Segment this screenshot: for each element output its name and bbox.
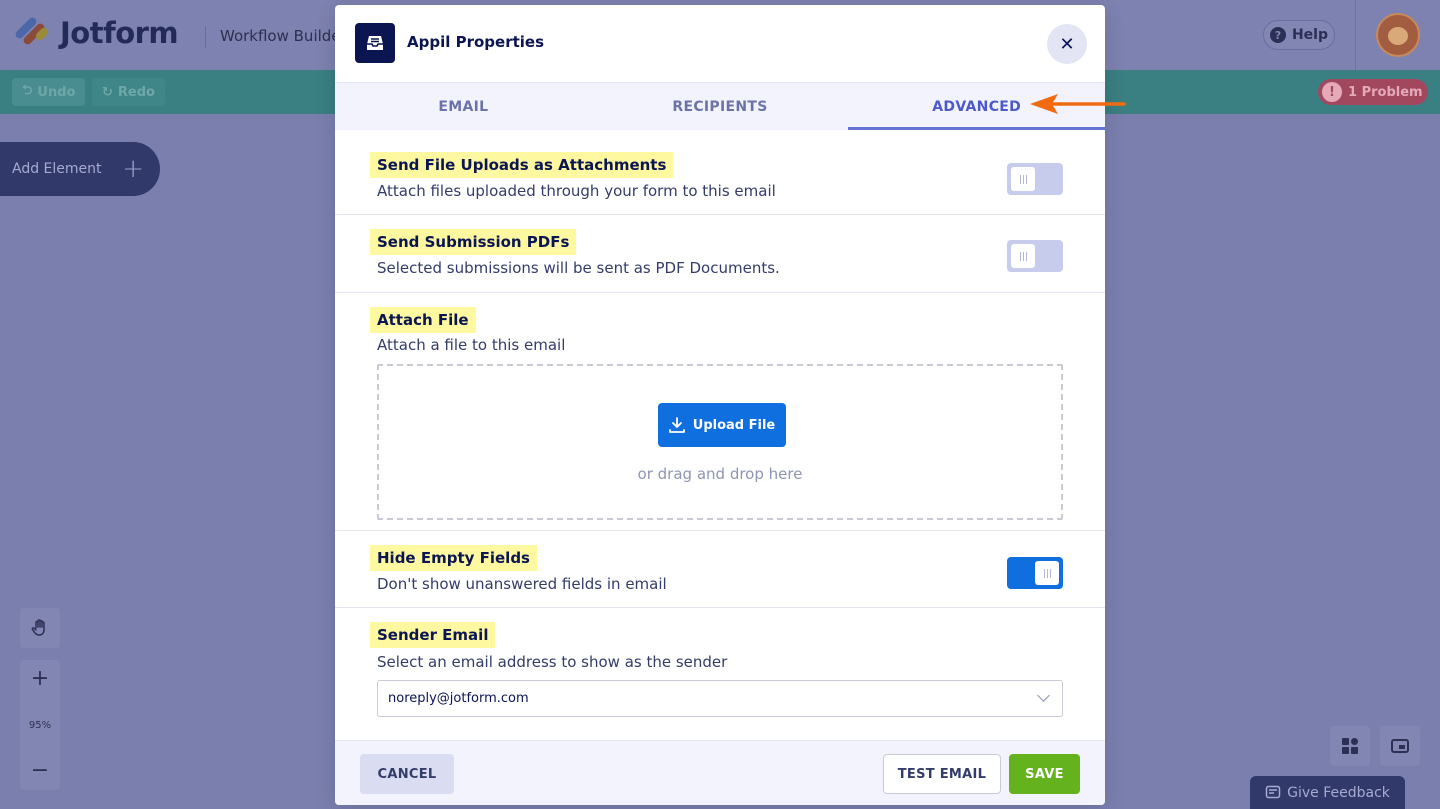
- problem-badge[interactable]: ! 1 Problem: [1318, 79, 1428, 105]
- hide-empty-desc: Don't show unanswered fields in email: [377, 575, 667, 593]
- attachments-title: Send File Uploads as Attachments: [370, 152, 674, 178]
- jotform-logo[interactable]: Jotform: [13, 15, 179, 50]
- toggle-knob: [1011, 244, 1035, 268]
- undo-button[interactable]: ⮌ Undo: [12, 78, 86, 106]
- alert-icon: !: [1322, 82, 1342, 102]
- feedback-icon: [1265, 785, 1281, 798]
- pdfs-desc: Selected submissions will be sent as PDF…: [377, 259, 780, 277]
- question-icon: ?: [1269, 27, 1286, 43]
- tab-recipients[interactable]: RECIPIENTS: [592, 83, 849, 130]
- problem-label: 1 Problem: [1348, 84, 1423, 100]
- attach-file-desc: Attach a file to this email: [377, 336, 566, 354]
- jotform-logo-icon: [13, 15, 50, 49]
- test-email-button[interactable]: TEST EMAIL: [883, 754, 1001, 794]
- cancel-button[interactable]: CANCEL: [360, 754, 454, 794]
- hand-icon: [31, 619, 45, 636]
- zoom-in-button[interactable]: +: [31, 666, 49, 692]
- add-element-label: Add Element: [12, 161, 102, 177]
- attach-file-title: Attach File: [370, 307, 476, 333]
- sender-section: Sender Email Select an email address to …: [335, 608, 1105, 740]
- modal-header: Appil Properties ✕: [335, 5, 1105, 82]
- sender-desc: Select an email address to show as the s…: [377, 653, 728, 671]
- modal-title: Appil Properties: [407, 33, 545, 51]
- zoom-level: 95%: [28, 719, 52, 731]
- sender-title: Sender Email: [370, 622, 496, 648]
- plus-icon: +: [122, 154, 144, 184]
- undo-label: Undo: [37, 84, 76, 100]
- attachments-toggle[interactable]: [1007, 163, 1063, 195]
- hide-empty-title: Hide Empty Fields: [370, 545, 537, 571]
- chevron-down-icon: [1037, 689, 1050, 702]
- attachments-desc: Attach files uploaded through your form …: [377, 182, 776, 200]
- tab-email[interactable]: EMAIL: [335, 83, 592, 130]
- avatar[interactable]: [1376, 13, 1420, 57]
- undo-icon: ⮌: [22, 83, 33, 98]
- modal-footer: CANCEL TEST EMAIL SAVE: [335, 740, 1105, 805]
- sender-email-select[interactable]: noreply@jotform.com: [377, 680, 1063, 717]
- help-button[interactable]: ? Help: [1263, 20, 1335, 50]
- pdfs-section: Send Submission PDFs Selected submission…: [335, 215, 1105, 293]
- toggle-knob: [1011, 167, 1035, 191]
- hide-empty-section: Hide Empty Fields Don't show unanswered …: [335, 531, 1105, 608]
- divider: [1355, 0, 1356, 70]
- help-label: Help: [1291, 27, 1329, 43]
- file-dropzone[interactable]: Upload File or drag and drop here: [377, 364, 1063, 520]
- zoom-out-button[interactable]: −: [31, 758, 49, 784]
- redo-icon: ↻: [102, 84, 113, 100]
- redo-button[interactable]: ↻ Redo: [92, 78, 165, 106]
- hide-empty-toggle[interactable]: [1007, 557, 1063, 589]
- give-feedback-button[interactable]: Give Feedback: [1250, 776, 1405, 809]
- annotation-arrow-icon: [1030, 94, 1126, 114]
- upload-file-label: Upload File: [692, 417, 776, 433]
- redo-label: Redo: [117, 84, 155, 100]
- apps-button[interactable]: [1330, 726, 1370, 766]
- download-icon: [668, 417, 685, 433]
- close-button[interactable]: ✕: [1047, 24, 1087, 64]
- add-element-button[interactable]: Add Element +: [0, 142, 160, 196]
- pdfs-toggle[interactable]: [1007, 240, 1063, 272]
- zoom-controls: + 95% −: [20, 660, 60, 790]
- upload-file-button[interactable]: Upload File: [658, 403, 786, 447]
- pdfs-title: Send Submission PDFs: [370, 229, 577, 255]
- tab-bar: EMAIL RECIPIENTS ADVANCED: [335, 82, 1105, 130]
- save-button[interactable]: SAVE: [1009, 754, 1080, 794]
- drag-drop-text: or drag and drop here: [637, 465, 803, 483]
- apps-icon: [1342, 738, 1358, 754]
- properties-modal: Appil Properties ✕ EMAIL RECIPIENTS ADVA…: [335, 5, 1105, 805]
- minimap-icon: [1391, 739, 1409, 753]
- close-icon: ✕: [1059, 33, 1075, 55]
- attachments-section: Send File Uploads as Attachments Attach …: [335, 130, 1105, 215]
- pan-hand-button[interactable]: [20, 608, 60, 648]
- minimap-button[interactable]: [1380, 726, 1420, 766]
- toggle-knob: [1035, 561, 1059, 585]
- feedback-label: Give Feedback: [1287, 784, 1390, 801]
- logo-text: Jotform: [60, 16, 179, 50]
- sender-email-value: noreply@jotform.com: [388, 691, 529, 706]
- workflow-title: Workflow Builde: [205, 26, 341, 48]
- email-inbox-icon: [355, 23, 395, 63]
